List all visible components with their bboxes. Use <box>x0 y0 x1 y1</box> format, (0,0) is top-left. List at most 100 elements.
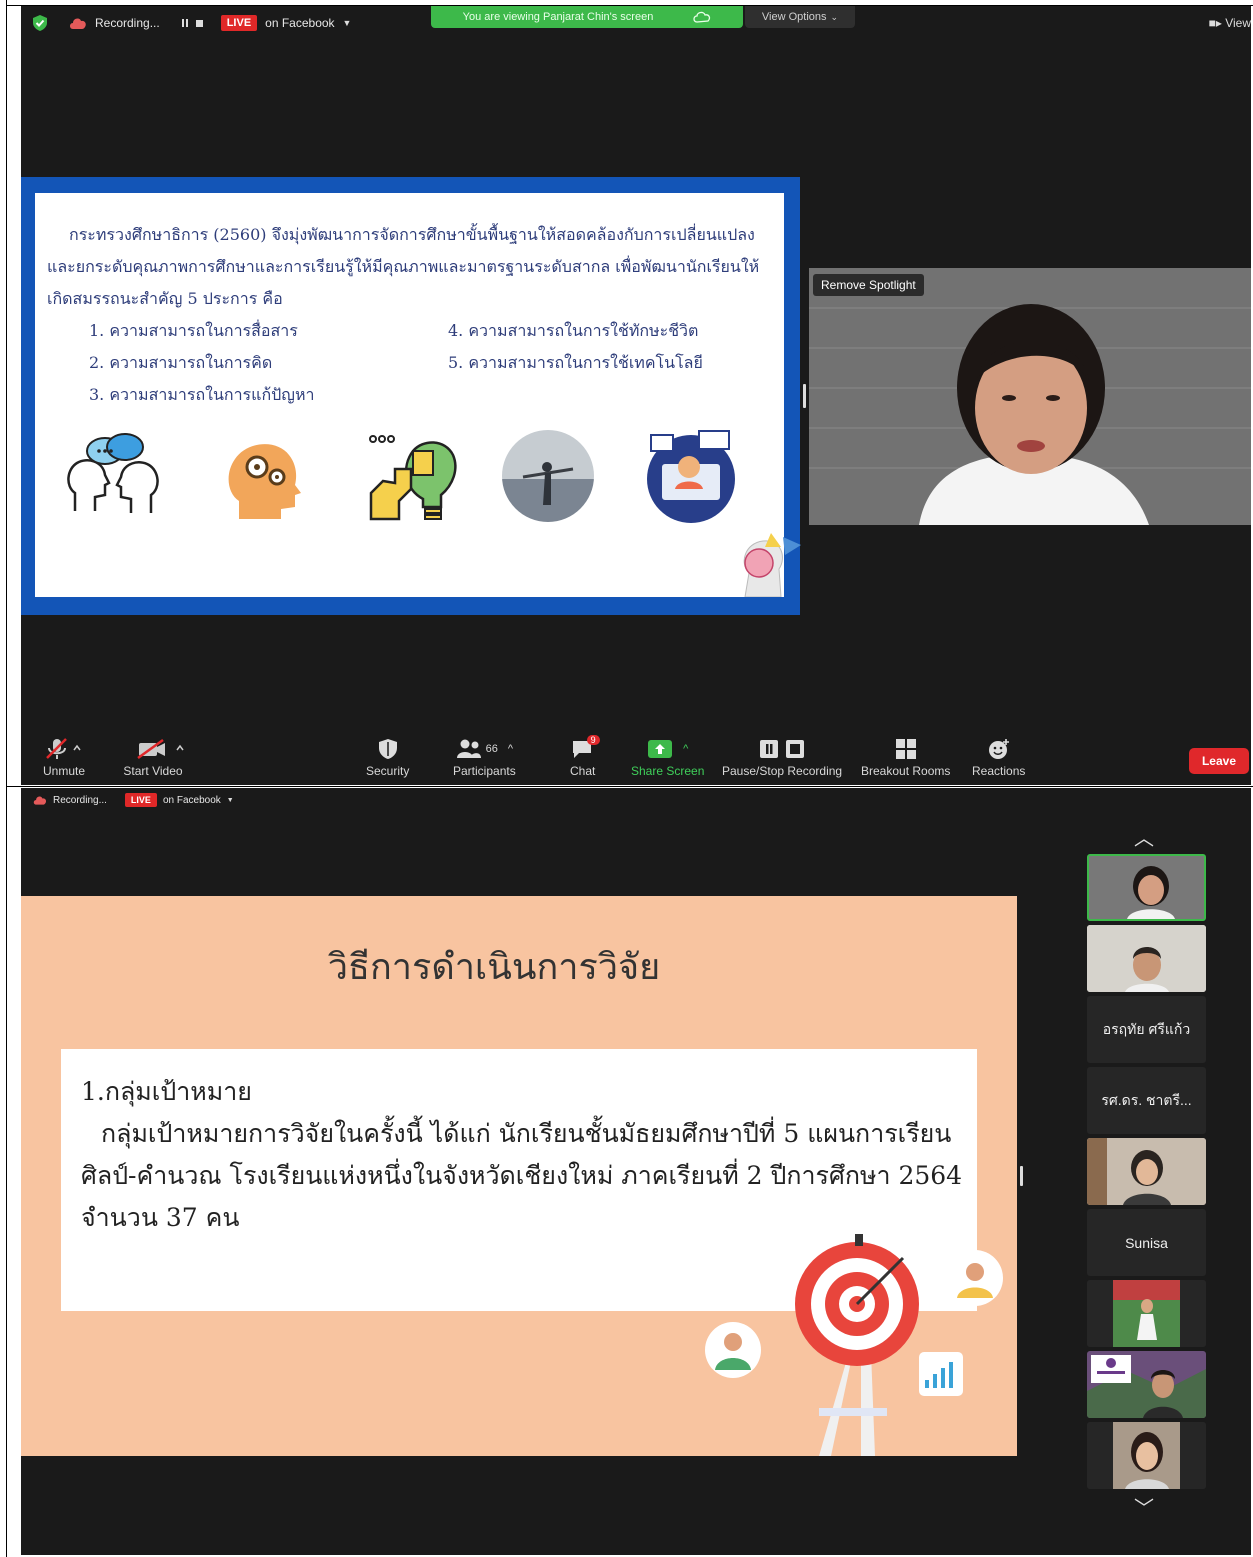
reactions-button[interactable]: Reactions <box>972 738 1025 778</box>
puzzle-lightbulb-icon <box>369 435 457 521</box>
chat-label: Chat <box>570 764 596 778</box>
freedom-man-photo <box>502 430 594 522</box>
participant-name: รศ.ดร. ชาตรี... <box>1101 1091 1192 1108</box>
participant-name: อรฤทัย ศรีแก้ว <box>1102 1020 1191 1037</box>
share-screen-button[interactable]: ^ Share Screen <box>631 738 704 778</box>
speaker-video-image <box>809 268 1251 525</box>
chat-button[interactable]: 9 Chat <box>570 735 600 778</box>
slide-line-3: เกิดสมรรถนะสำคัญ 5 ประการ คือ <box>47 289 283 308</box>
thumbnail-participant-9[interactable] <box>1087 1422 1206 1489</box>
view-button[interactable]: ■▸ View <box>1209 16 1251 30</box>
competency-item-5: 5. ความสามารถในการใช้เทคโนโลยี <box>448 353 703 372</box>
pause-stop-label: Pause/Stop Recording <box>722 764 843 778</box>
slide-heading: 1.กลุ่มเป้าหมาย <box>81 1077 252 1106</box>
viewing-banner: You are viewing Panjarat Chin's screen <box>431 6 743 28</box>
thumbnail-participant-2[interactable] <box>1087 925 1206 992</box>
security-shield-icon <box>378 739 397 759</box>
brain-idea-decoration <box>743 533 801 597</box>
participant-name: Sunisa <box>1125 1234 1168 1251</box>
reactions-label: Reactions <box>972 764 1026 778</box>
frame-middle-border <box>6 786 1253 787</box>
slide-line-1: กลุ่มเป้าหมายการวิจัยในครั้งนี้ ได้แก่ น… <box>101 1119 952 1148</box>
caret-down-icon[interactable]: ▼ <box>227 797 234 804</box>
competency-item-1: 1. ความสามารถในการสื่อสาร <box>89 321 298 340</box>
remove-spotlight-button[interactable]: Remove Spotlight <box>813 274 924 296</box>
viewing-banner-text: You are viewing Panjarat Chin's screen <box>462 11 654 23</box>
view-right-label: View <box>1225 16 1251 30</box>
thumbnail-participant-4[interactable]: รศ.ดร. ชาตรี... <box>1087 1067 1206 1134</box>
thinking-head-gears-icon <box>228 444 301 519</box>
competency-item-4: 4. ความสามารถในการใช้ทักษะชีวิต <box>448 321 699 340</box>
start-video-button[interactable]: Start Video <box>121 738 185 778</box>
live-badge: LIVE <box>124 793 157 807</box>
chat-badge: 9 <box>586 735 600 745</box>
participant-video <box>1087 925 1206 992</box>
resize-handle[interactable] <box>803 384 806 408</box>
slide-line-2: และยกระดับคุณภาพการศึกษาและการเรียนรู้ให… <box>47 257 760 276</box>
video-off-icon <box>137 738 184 760</box>
facebook-label[interactable]: on Facebook <box>265 16 334 30</box>
unmute-label: Unmute <box>43 764 86 778</box>
slide-line-3: จำนวน 37 คน <box>81 1203 240 1232</box>
pause-recording-icon[interactable] <box>181 19 188 27</box>
participants-label: Participants <box>453 764 516 778</box>
muted-mic-icon <box>46 738 81 759</box>
stop-recording-icon[interactable] <box>195 19 203 27</box>
recording-bar: Recording... LIVE on Facebook ▼ <box>33 15 351 31</box>
participant-video <box>1087 1280 1206 1347</box>
chevron-down-icon: ⌄ <box>830 11 839 22</box>
share-caret-icon[interactable]: ^ <box>683 743 688 755</box>
caret-down-icon[interactable]: ▼ <box>343 18 352 28</box>
security-button[interactable]: Security <box>366 738 409 778</box>
thumbnail-active-speaker[interactable] <box>1087 854 1206 921</box>
technology-person-icon <box>647 430 735 523</box>
participants-caret-icon[interactable]: ^ <box>508 743 513 755</box>
zoom-meeting-bottom: Recording... LIVE on Facebook ▼ วิธีการด… <box>21 788 1251 1555</box>
speaker-video[interactable]: Remove Spotlight <box>809 268 1251 525</box>
recording-bar-bottom: Recording... LIVE on Facebook ▼ <box>33 793 234 807</box>
view-options-button[interactable]: View Options ⌄ <box>745 6 855 28</box>
thumbnail-participant-8[interactable] <box>1087 1351 1206 1418</box>
start-video-label: Start Video <box>123 764 183 778</box>
scroll-up-chevron-icon[interactable]: ︿ <box>1134 822 1154 851</box>
thumbnail-participant-7[interactable] <box>1087 1280 1206 1347</box>
breakout-rooms-label: Breakout Rooms <box>861 764 951 778</box>
shared-slide-research-method: วิธีการดำเนินการวิจัย 1.กลุ่มเป้าหมาย กล… <box>21 896 1017 1456</box>
resize-handle[interactable] <box>1020 1166 1023 1186</box>
smiley-plus-icon <box>988 739 1009 759</box>
pause-stop-recording-button[interactable]: Pause/Stop Recording <box>722 738 842 778</box>
view-options-label: View Options <box>761 11 827 23</box>
unmute-button[interactable]: Unmute <box>43 738 85 778</box>
share-screen-label: Share Screen <box>631 764 705 778</box>
participant-video <box>1089 856 1204 919</box>
live-badge: LIVE <box>220 15 258 31</box>
slide-line-2: ศิลป์-คำนวณ โรงเรียนแห่งหนึ่งในจังหวัดเช… <box>81 1161 963 1190</box>
participant-video <box>1087 1351 1206 1418</box>
thumbnail-participant-5[interactable] <box>1087 1138 1206 1205</box>
view-icon: ■▸ <box>1208 16 1222 30</box>
shared-slide: กระทรวงศึกษาธิการ (2560) จึงมุ่งพัฒนาการ… <box>21 177 801 615</box>
slide-content: กระทรวงศึกษาธิการ (2560) จึงมุ่งพัฒนาการ… <box>35 193 801 597</box>
participant-video <box>1087 1422 1206 1489</box>
communication-heads-icon <box>67 433 159 513</box>
competency-item-2: 2. ความสามารถในการคิด <box>89 353 273 372</box>
participants-button[interactable]: 66 ^ Participants <box>453 738 516 778</box>
participant-video <box>1087 1138 1206 1205</box>
thumbnail-participant-6[interactable]: Sunisa <box>1087 1209 1206 1276</box>
participants-icon <box>456 739 481 758</box>
competency-item-3: 3. ความสามารถในการแก้ปัญหา <box>89 385 315 404</box>
cloud-icon <box>693 11 711 23</box>
cloud-record-icon <box>70 18 86 29</box>
scroll-down-chevron-icon[interactable]: ﹀ <box>1134 1492 1154 1521</box>
slide-line-1: กระทรวงศึกษาธิการ (2560) จึงมุ่งพัฒนาการ… <box>69 225 755 244</box>
slide-title: วิธีการดำเนินการวิจัย <box>327 947 661 988</box>
thumbnail-participant-3[interactable]: อรฤทัย ศรีแก้ว <box>1087 996 1206 1063</box>
meeting-toolbar: Unmute Start Video Security 66 ^ Partici… <box>21 734 1251 785</box>
leave-button[interactable]: Leave <box>1188 748 1249 774</box>
breakout-rooms-icon <box>895 739 916 759</box>
pause-stop-icon <box>760 740 805 758</box>
participants-count: 66 <box>485 743 498 755</box>
frame-left-border <box>6 0 7 1557</box>
breakout-rooms-button[interactable]: Breakout Rooms <box>861 738 950 778</box>
facebook-label[interactable]: on Facebook <box>163 795 221 806</box>
